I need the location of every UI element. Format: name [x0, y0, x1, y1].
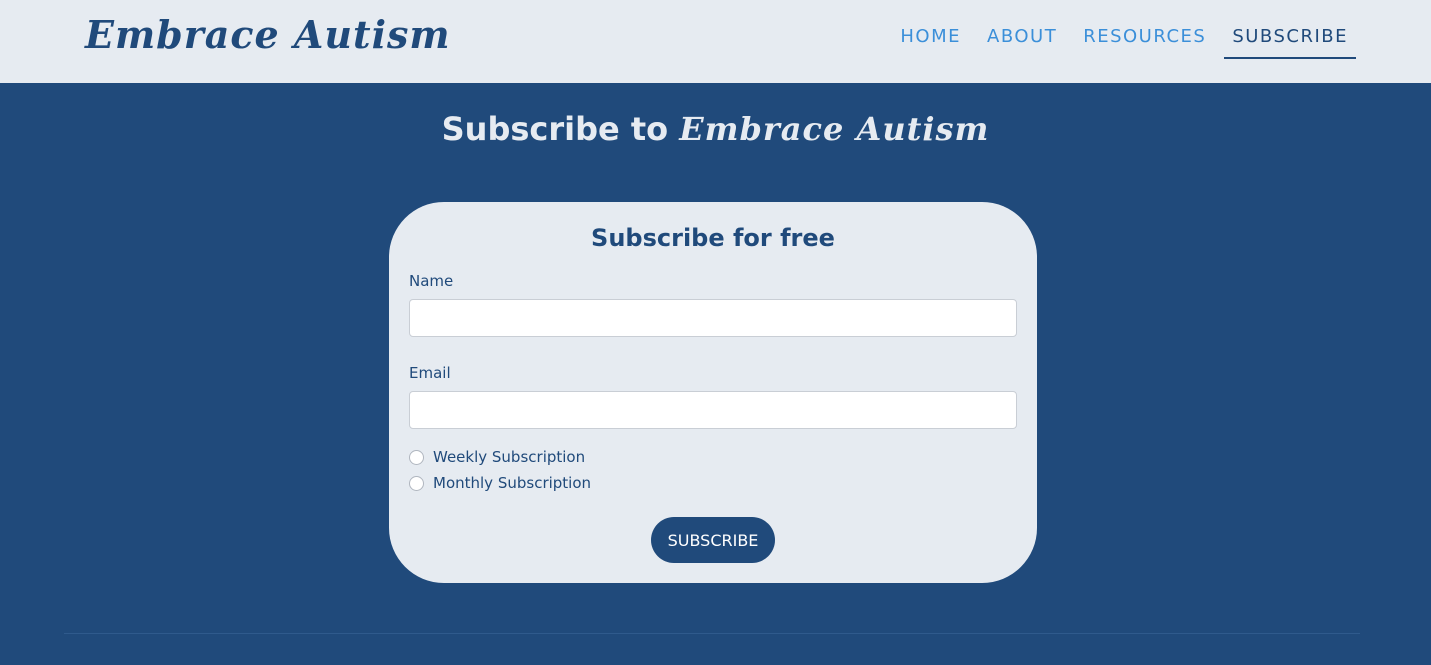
- navbar: Embrace Autism HOME ABOUT RESOURCES SUBS…: [0, 0, 1431, 83]
- nav-menu: HOME ABOUT RESOURCES SUBSCRIBE: [882, 0, 1356, 83]
- page-title-prefix: Subscribe to: [441, 110, 669, 148]
- radio-monthly-label: Monthly Subscription: [433, 474, 592, 492]
- footer-divider: [64, 633, 1360, 634]
- nav-link-subscribe[interactable]: SUBSCRIBE: [1224, 24, 1356, 59]
- name-input[interactable]: [409, 299, 1017, 337]
- page-title-brand: Embrace Autism: [679, 110, 990, 148]
- subscribe-card: Subscribe for free Name Email Weekly Sub…: [389, 202, 1037, 583]
- nav-link-home[interactable]: HOME: [892, 24, 969, 57]
- form-title: Subscribe for free: [591, 224, 835, 252]
- email-input[interactable]: [409, 391, 1017, 429]
- page-title: Subscribe to Embrace Autism: [0, 110, 1431, 148]
- nav-link-resources[interactable]: RESOURCES: [1075, 24, 1214, 57]
- radio-monthly[interactable]: Monthly Subscription: [409, 474, 591, 492]
- radio-circle-icon[interactable]: [409, 475, 424, 491]
- name-label: Name: [409, 272, 454, 290]
- radio-circle-icon[interactable]: [409, 449, 424, 465]
- radio-weekly[interactable]: Weekly Subscription: [409, 448, 585, 466]
- subscribe-button[interactable]: SUBSCRIBE: [651, 517, 775, 563]
- nav-link-about[interactable]: ABOUT: [979, 24, 1065, 57]
- brand-logo[interactable]: Embrace Autism: [85, 12, 451, 57]
- email-label: Email: [409, 364, 451, 382]
- radio-weekly-label: Weekly Subscription: [433, 448, 586, 466]
